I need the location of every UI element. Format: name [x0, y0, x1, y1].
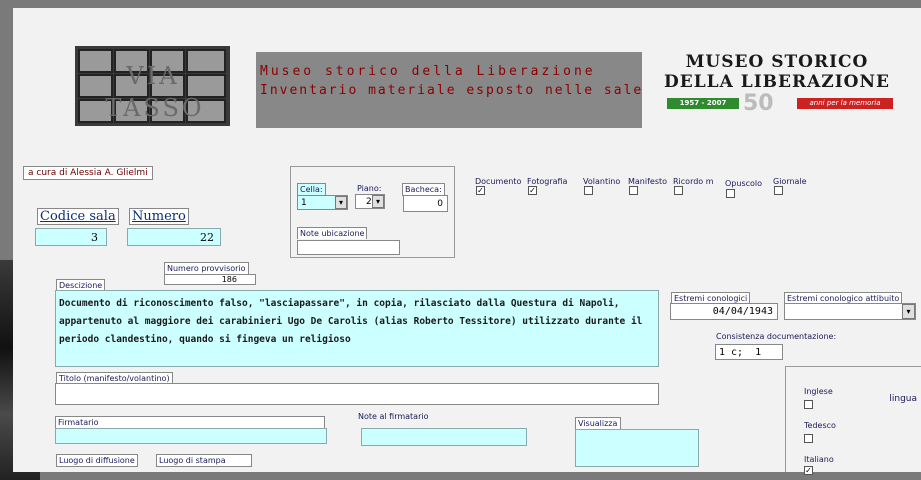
category-label-documento: Documento: [475, 177, 522, 186]
category-label-opuscolo: Opuscolo: [725, 179, 763, 188]
category-checkbox-manifesto[interactable]: [629, 186, 638, 195]
piano-dropdown-button[interactable]: ▾: [372, 195, 384, 208]
luogo-diffusione-label: Luogo di diffusione: [56, 454, 138, 467]
consistenza-value: 1 c; 1: [719, 347, 762, 358]
piano-select[interactable]: 2 ▾: [355, 194, 385, 209]
estremi-value: 04/04/1943: [712, 306, 773, 317]
numero-input[interactable]: 22: [127, 228, 221, 246]
numero-provvisorio-input[interactable]: 186: [164, 274, 256, 285]
numero-label: Numero: [129, 208, 189, 225]
bacheca-value: 0: [437, 199, 443, 209]
category-label-volantino: Volantino: [583, 177, 621, 186]
cella-value: 1: [301, 198, 307, 208]
lingua-option-italiano-checkbox[interactable]: ✓: [804, 466, 813, 475]
lingua-label: lingua: [889, 394, 917, 404]
svg-text:VIA: VIA: [125, 62, 179, 90]
piano-label: Piano:: [357, 184, 382, 193]
cella-dropdown-button[interactable]: ▾: [335, 196, 347, 209]
lingua-option-inglese-label: Inglese: [804, 387, 833, 396]
descrizione-text: Documento di riconoscimento falso, "lasc…: [59, 298, 643, 345]
category-checkbox-fotografia[interactable]: ✓: [528, 186, 537, 195]
numero-provvisorio-value: 186: [221, 275, 237, 284]
estremi-attrib-select[interactable]: ▾: [784, 303, 916, 320]
firmatario-input[interactable]: [55, 428, 327, 444]
lingua-option-inglese-checkbox[interactable]: [804, 400, 813, 409]
category-label-giornale: Giornale: [773, 177, 807, 186]
bacheca-input[interactable]: 0: [403, 195, 448, 212]
codice-sala-value: 3: [91, 231, 98, 244]
categories-row: Documento ✓ Fotografia ✓ Volantino Manif…: [475, 175, 825, 205]
firmatario-label: Firmatario: [55, 416, 325, 428]
brand-tagline: anni per la memoria: [797, 98, 893, 109]
visualizza-label: Visualizza: [575, 417, 621, 429]
category-label-fotografia: Fotografia: [527, 177, 568, 186]
via-tasso-logo-image: VIA TASSO: [75, 46, 230, 126]
lingua-panel: lingua Inglese Tedesco Italiano ✓: [785, 366, 921, 475]
piano-value: 2: [366, 197, 372, 207]
category-checkbox-giornale[interactable]: [774, 186, 783, 195]
via-tasso-logo: VIA TASSO: [75, 46, 230, 126]
brand-line-2: DELLA LIBERAZIONE: [664, 72, 890, 92]
category-label-manifesto: Manifesto: [628, 177, 668, 186]
lingua-option-tedesco-label: Tedesco: [804, 421, 836, 430]
brand-line-1: MUSEO STORICO: [685, 52, 869, 72]
category-checkbox-volantino[interactable]: [584, 186, 593, 195]
numero-value: 22: [200, 231, 214, 244]
category-checkbox-ricordo[interactable]: [674, 186, 683, 195]
note-firmatario-input[interactable]: [361, 428, 527, 446]
visualizza-box[interactable]: [575, 429, 699, 467]
titolo-input[interactable]: [55, 383, 659, 405]
title-line-2: Inventario materiale esposto nelle sale: [260, 83, 644, 98]
estremi-input[interactable]: 04/04/1943: [670, 303, 778, 320]
codice-sala-label: Codice sala: [37, 208, 119, 225]
brand-years: 1957 - 2007: [667, 98, 739, 109]
consistenza-input[interactable]: 1 c; 1: [715, 344, 783, 360]
title-banner: Museo storico della Liberazione Inventar…: [256, 52, 642, 128]
museum-brand: MUSEO STORICO DELLA LIBERAZIONE 1957 - 2…: [659, 52, 921, 122]
consistenza-label: Consistenza documentazione:: [716, 332, 837, 341]
lingua-option-italiano-label: Italiano: [804, 455, 834, 464]
category-label-ricordo: Ricordo m: [673, 177, 714, 186]
lingua-option-tedesco-checkbox[interactable]: [804, 434, 813, 443]
note-ubicazione-input[interactable]: [297, 240, 400, 255]
brand-fifty: 50: [743, 91, 774, 116]
descrizione-textarea[interactable]: Documento di riconoscimento falso, "lasc…: [55, 290, 659, 367]
luogo-stampa-label: Luogo di stampa: [156, 454, 252, 467]
inventory-form: VIA TASSO Museo storico della Liberazion…: [13, 8, 921, 475]
cella-select[interactable]: 1 ▾: [297, 195, 348, 210]
svg-text:TASSO: TASSO: [105, 94, 204, 122]
credit-label: a cura di Alessia A. Glielmi: [23, 166, 153, 180]
category-checkbox-documento[interactable]: ✓: [476, 186, 485, 195]
location-group: Cella: 1 ▾ Piano: 2 ▾ Bacheca: 0 Note ub…: [290, 166, 455, 258]
note-ubicazione-label: Note ubicazione: [297, 227, 368, 239]
codice-sala-input[interactable]: 3: [35, 228, 107, 246]
note-firmatario-label: Note al firmatario: [358, 412, 429, 421]
category-checkbox-opuscolo[interactable]: [726, 189, 735, 198]
estremi-attrib-dropdown-button[interactable]: ▾: [902, 304, 915, 319]
title-line-1: Museo storico della Liberazione: [260, 64, 596, 79]
